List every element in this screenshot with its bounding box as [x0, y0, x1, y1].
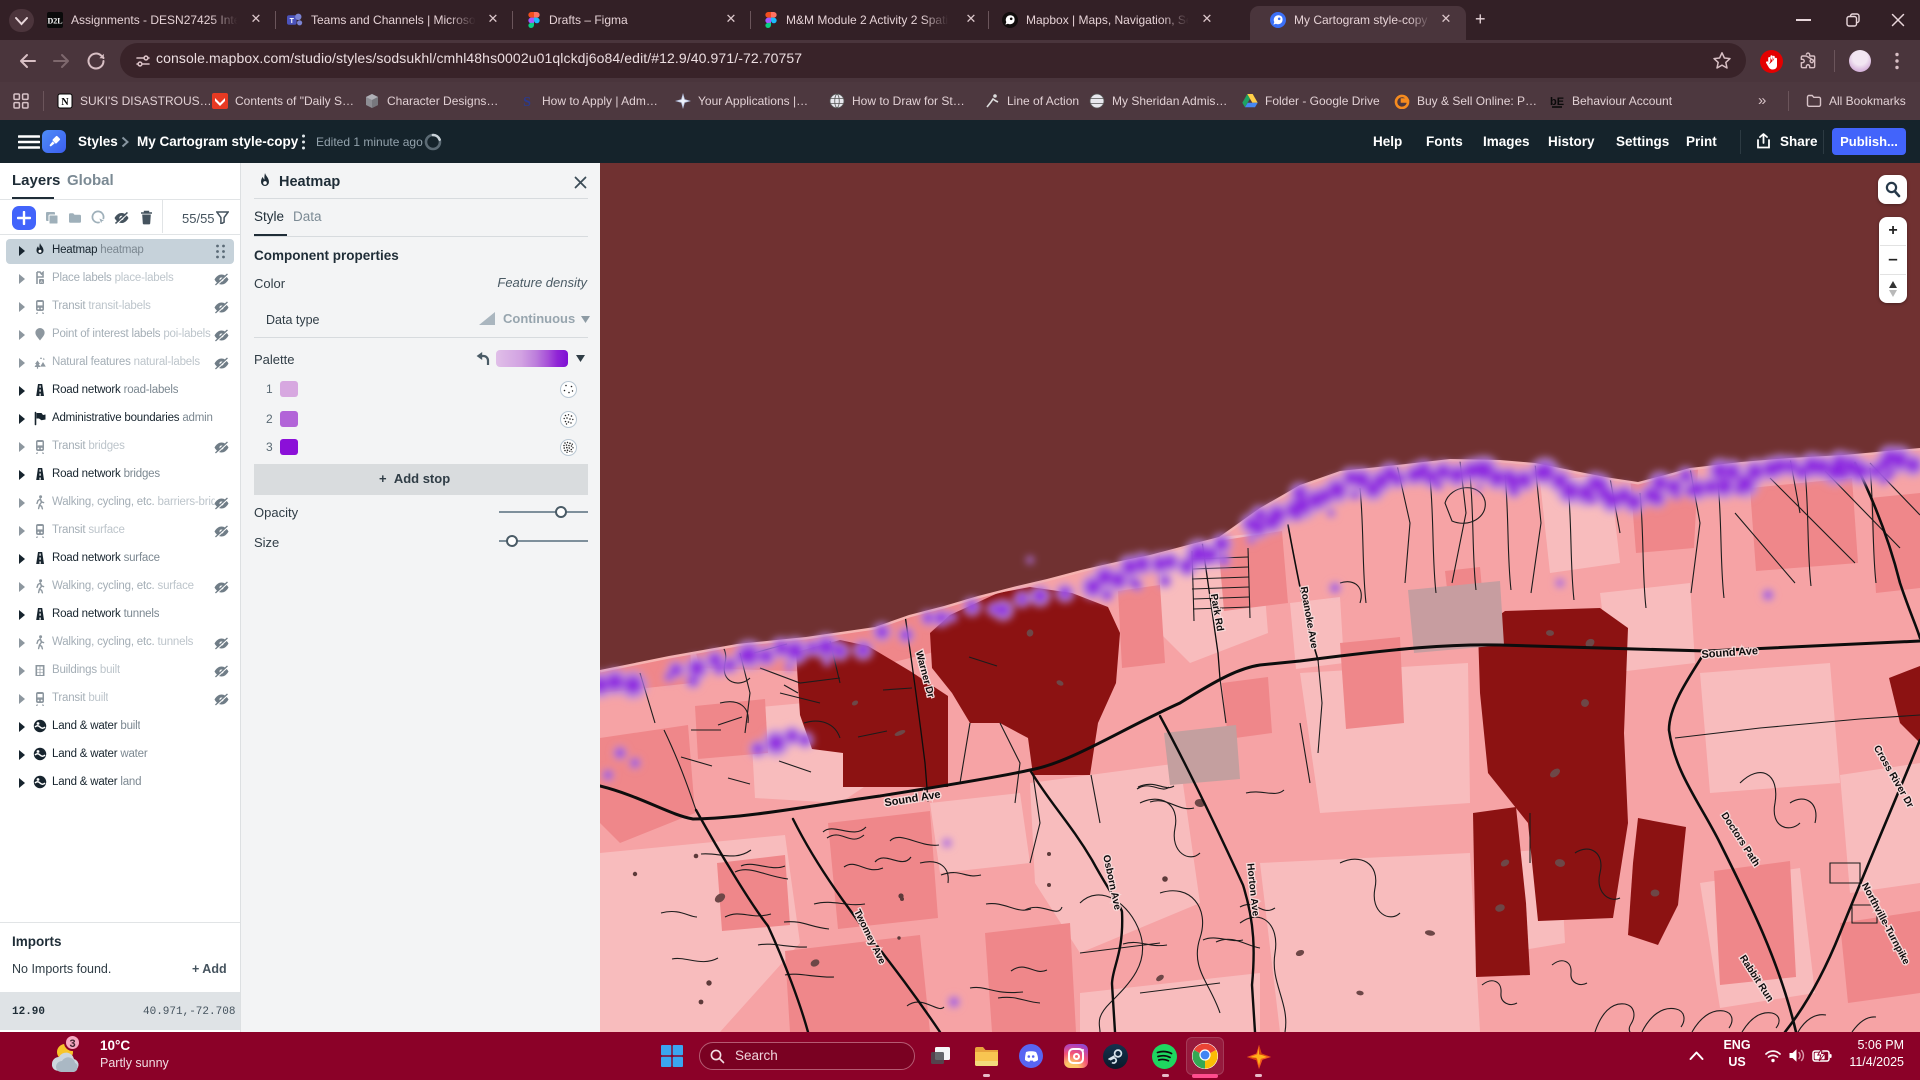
svg-text:N: N [61, 97, 69, 108]
svg-text:A: A [40, 279, 43, 284]
svg-text:T: T [290, 18, 295, 25]
svg-text:S: S [523, 95, 531, 109]
svg-text:D2L: D2L [47, 17, 62, 26]
svg-text:bE: bE [1550, 96, 1564, 108]
